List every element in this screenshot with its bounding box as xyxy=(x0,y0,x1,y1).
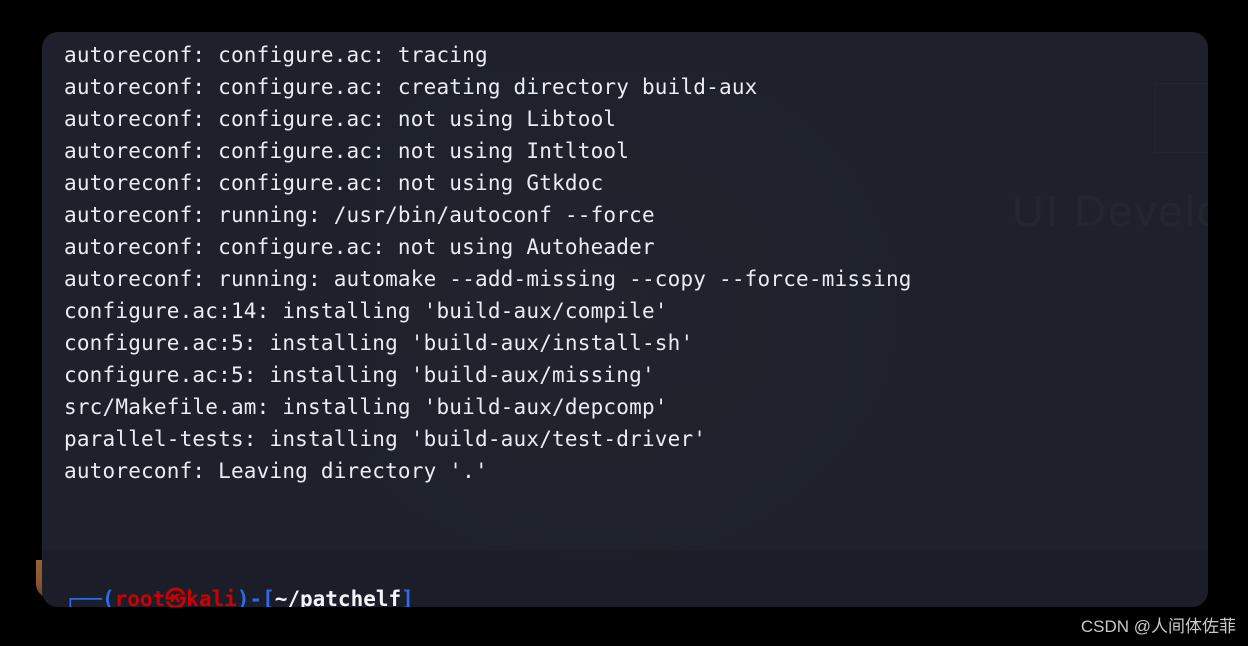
prompt-bracket-open: [ xyxy=(262,587,275,607)
prompt-dash: - xyxy=(249,587,263,607)
terminal-window[interactable]: UI Develo autoreconf: configure.ac: trac… xyxy=(42,32,1208,607)
prompt-bracket-close: ] xyxy=(401,587,414,607)
console-line: configure.ac:14: installing 'build-aux/c… xyxy=(64,299,668,323)
shell-prompt[interactable]: ┌──(root㉿kali)-[~/patchelf] └─# xyxy=(64,519,414,607)
console-line: configure.ac:5: installing 'build-aux/mi… xyxy=(64,363,655,387)
console-line: autoreconf: configure.ac: not using Gtkd… xyxy=(64,171,604,195)
csdn-watermark: CSDN @人间体佐菲 xyxy=(1080,617,1236,636)
console-line: autoreconf: configure.ac: tracing xyxy=(64,43,488,67)
console-line: autoreconf: configure.ac: creating direc… xyxy=(64,75,758,99)
prompt-line-top: ┌──(root㉿kali)-[~/patchelf] xyxy=(64,583,414,607)
console-line: autoreconf: configure.ac: not using Intl… xyxy=(64,139,630,163)
console-line: src/Makefile.am: installing 'build-aux/d… xyxy=(64,395,668,419)
console-line: autoreconf: configure.ac: not using Auto… xyxy=(64,235,655,259)
console-line: autoreconf: running: /usr/bin/autoconf -… xyxy=(64,203,655,227)
prompt-paren-close: ) xyxy=(236,587,250,607)
console-output: autoreconf: configure.ac: tracing autore… xyxy=(64,39,912,487)
prompt-path: ~/patchelf xyxy=(274,587,402,607)
prompt-host: kali xyxy=(186,587,237,607)
kali-logo-icon: ㉿ xyxy=(165,587,187,607)
prompt-top-connector: ┌── xyxy=(64,587,102,607)
console-line: autoreconf: configure.ac: not using Libt… xyxy=(64,107,617,131)
prompt-paren-open: ( xyxy=(101,587,115,607)
console-line: autoreconf: running: automake --add-miss… xyxy=(64,267,912,291)
prompt-user: root xyxy=(114,587,166,607)
console-line: configure.ac:5: installing 'build-aux/in… xyxy=(64,331,694,355)
console-line: autoreconf: Leaving directory '.' xyxy=(64,459,488,483)
console-line: parallel-tests: installing 'build-aux/te… xyxy=(64,427,707,451)
background-watermark-text: UI Develo xyxy=(1012,187,1208,236)
background-watermark-box xyxy=(1155,83,1208,153)
